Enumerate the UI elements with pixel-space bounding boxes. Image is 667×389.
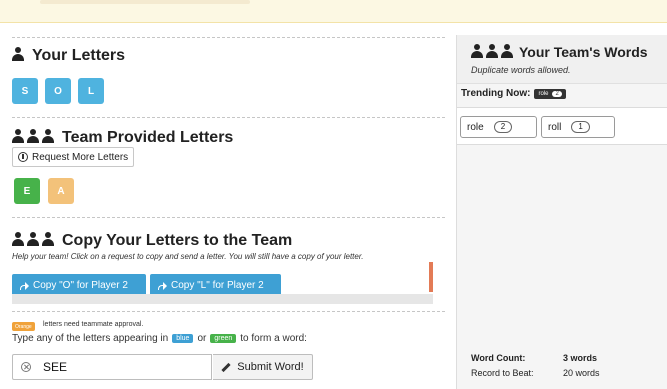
word-input[interactable]: SEE	[12, 354, 212, 380]
person-icon	[12, 129, 24, 143]
person-icon	[12, 232, 24, 246]
trending-word-badge[interactable]: role 2	[534, 88, 566, 99]
team-word-button[interactable]: role 2	[460, 116, 537, 138]
notice-banner	[0, 0, 667, 23]
info-circle-icon	[18, 152, 28, 162]
word-input-value: SEE	[43, 360, 68, 374]
copy-l-button[interactable]: Copy "L" for Player 2	[150, 274, 281, 296]
copy-request-list: Copy "O" for Player 2 Copy "L" for Playe…	[12, 262, 433, 304]
divider	[12, 37, 445, 38]
word-stats: Word Count: 3 words Record to Beat: 20 w…	[471, 353, 600, 383]
team-words-title: Your Team's Words	[471, 44, 648, 60]
team-letters-heading: Team Provided Letters	[12, 129, 233, 147]
letter-tile[interactable]: L	[78, 78, 104, 104]
your-letters-heading: Your Letters	[12, 47, 125, 65]
person-icon	[486, 44, 498, 58]
share-arrow-icon	[158, 281, 167, 290]
copy-letters-heading: Copy Your Letters to the Team	[12, 232, 292, 250]
person-icon	[471, 44, 483, 58]
record-row: Record to Beat: 20 words	[471, 368, 600, 378]
approval-note: letters need teammate approval.	[43, 321, 144, 328]
clear-icon[interactable]	[21, 362, 31, 372]
person-icon	[27, 129, 39, 143]
team-words-panel: Your Team's Words Duplicate words allowe…	[456, 35, 667, 389]
word-instruction: Type any of the letters appearing in blu…	[12, 333, 307, 344]
notice-text	[40, 0, 250, 4]
team-words-list: role 2 roll 1	[457, 107, 667, 145]
team-words-header: Your Team's Words Duplicate words allowe…	[457, 35, 667, 84]
share-arrow-icon	[20, 281, 29, 290]
team-letter-tile[interactable]: E	[14, 178, 40, 204]
person-icon	[42, 232, 54, 246]
person-icon	[501, 44, 513, 58]
team-letter-tile[interactable]: A	[48, 178, 74, 204]
submit-word-button[interactable]: Submit Word!	[213, 354, 313, 380]
letter-tile[interactable]: S	[12, 78, 38, 104]
word-count-badge: 2	[493, 121, 513, 133]
request-more-letters-button[interactable]: Request More Letters	[12, 147, 135, 167]
copy-o-button[interactable]: Copy "O" for Player 2	[12, 274, 146, 296]
divider	[12, 117, 445, 118]
letter-tile[interactable]: O	[45, 78, 71, 104]
vertical-scrollbar[interactable]	[429, 262, 433, 292]
blue-chip: blue	[172, 334, 194, 343]
divider	[12, 217, 445, 218]
word-count-row: Word Count: 3 words	[471, 353, 598, 363]
word-count-badge: 1	[571, 121, 590, 133]
trending-now: Trending Now: role 2	[461, 88, 566, 99]
green-chip: green	[210, 334, 237, 343]
orange-badge: Orange	[12, 322, 35, 331]
person-icon	[12, 47, 24, 61]
copy-help-text: Help your team! Click on a request to co…	[12, 252, 364, 261]
horizontal-scrollbar[interactable]	[12, 294, 433, 304]
divider	[12, 311, 445, 312]
person-icon	[42, 129, 54, 143]
person-icon	[27, 232, 39, 246]
team-word-button[interactable]: roll 1	[541, 116, 615, 138]
team-words-subtitle: Duplicate words allowed.	[471, 65, 571, 75]
pencil-icon	[221, 362, 231, 372]
